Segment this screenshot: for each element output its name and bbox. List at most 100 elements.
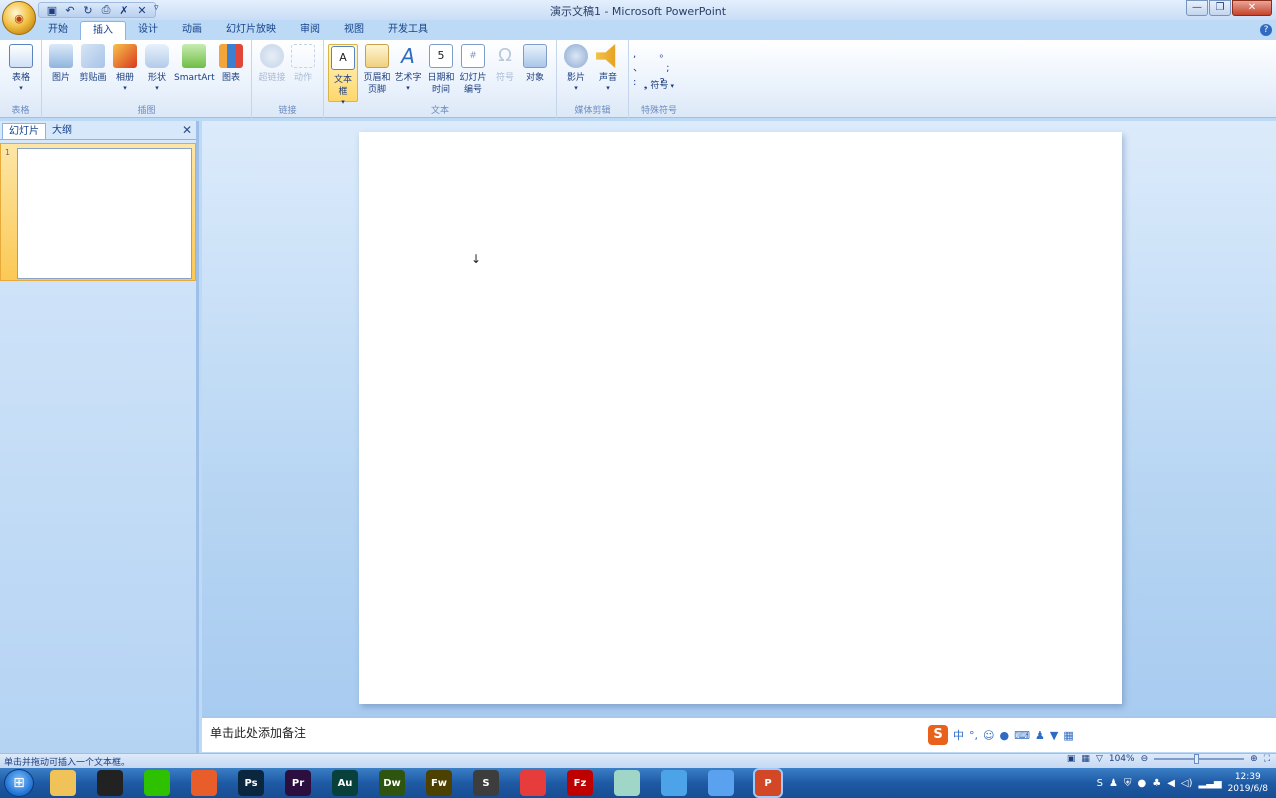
sublime-icon[interactable]: S bbox=[473, 770, 499, 796]
keyboard-icon[interactable]: ⌨ bbox=[1014, 729, 1030, 742]
fit-window-icon[interactable]: ⛶ bbox=[1264, 754, 1270, 764]
colorful-app-icon[interactable] bbox=[520, 770, 546, 796]
clipart-button[interactable]: 剪贴画 bbox=[78, 44, 108, 84]
action-button[interactable]: 动作 bbox=[290, 44, 316, 84]
premiere-icon[interactable]: Pr bbox=[285, 770, 311, 796]
filezilla-icon[interactable]: Fz bbox=[567, 770, 593, 796]
audition-icon[interactable]: Au bbox=[332, 770, 358, 796]
qq-icon[interactable] bbox=[97, 770, 123, 796]
zoom-in-icon[interactable]: ⊕ bbox=[1250, 754, 1258, 764]
group-links: 超链接 动作 链接 bbox=[252, 40, 324, 118]
datetime-button[interactable]: 5 日期和 时间 bbox=[426, 44, 456, 96]
ime-mode[interactable]: 中 bbox=[953, 727, 964, 743]
signal-icon[interactable]: ▂▃▅ bbox=[1199, 778, 1222, 789]
baidu-netdisk-icon[interactable] bbox=[708, 770, 734, 796]
qq-tray-icon[interactable]: ♣ bbox=[1152, 778, 1161, 789]
slide-thumbnail[interactable] bbox=[17, 148, 192, 279]
group-media: 影片 ▾ 声音 ▾ 媒体剪辑 bbox=[557, 40, 629, 118]
wechat-icon[interactable] bbox=[144, 770, 170, 796]
calendar-icon: 5 bbox=[429, 44, 453, 68]
close-button[interactable]: ✕ bbox=[1232, 0, 1272, 16]
fireworks-icon[interactable]: Fw bbox=[426, 770, 452, 796]
ime-tray-icon[interactable]: S bbox=[1097, 778, 1103, 789]
tab-insert[interactable]: 插入 bbox=[80, 21, 126, 40]
slide-sorter-icon[interactable]: ▦ bbox=[1081, 754, 1090, 764]
tab-slideshow[interactable]: 幻灯片放映 bbox=[214, 21, 288, 40]
slide-canvas[interactable]: ↓ bbox=[359, 132, 1122, 704]
zoom-level[interactable]: 104% bbox=[1109, 754, 1135, 764]
special-symbol-button[interactable]: ❟ 符号 ▾ bbox=[639, 80, 679, 92]
shapes-button[interactable]: 形状 ▾ bbox=[144, 44, 170, 92]
zoom-out-icon[interactable]: ⊖ bbox=[1141, 754, 1149, 764]
movie-button[interactable]: 影片 ▾ bbox=[563, 44, 589, 92]
hyperlink-button[interactable]: 超链接 bbox=[256, 44, 288, 84]
tab-home[interactable]: 开始 bbox=[36, 21, 80, 40]
user-icon[interactable]: ♟ bbox=[1035, 729, 1045, 742]
feishu-icon[interactable] bbox=[661, 770, 687, 796]
minimize-button[interactable]: — bbox=[1186, 0, 1208, 16]
tab-review[interactable]: 审阅 bbox=[288, 21, 332, 40]
textbox-icon: A bbox=[331, 46, 355, 70]
object-button[interactable]: 对象 bbox=[522, 44, 548, 84]
network-people-icon[interactable]: ♟ bbox=[1109, 778, 1118, 789]
slide-number-label: 1 bbox=[5, 148, 11, 157]
grid-icon[interactable]: ▦ bbox=[1063, 729, 1073, 742]
omega-icon: Ω bbox=[498, 45, 512, 66]
zoom-slider-thumb[interactable] bbox=[1194, 754, 1200, 764]
system-tray: S ♟ ⛨ ● ♣ ◀ ◁) ▂▃▅ 12:39 2019/6/8 bbox=[1097, 771, 1268, 795]
hyperlink-icon bbox=[260, 44, 284, 68]
emoji-icon[interactable]: ☺ bbox=[983, 729, 994, 742]
sogou-logo-icon[interactable]: S bbox=[928, 725, 948, 745]
tab-view[interactable]: 视图 bbox=[332, 21, 376, 40]
security-shield-icon[interactable]: ⛨ bbox=[1124, 778, 1132, 789]
restore-button[interactable]: ❐ bbox=[1209, 0, 1231, 16]
powerpoint-icon[interactable]: P bbox=[753, 768, 783, 798]
ime-punct-icon[interactable]: °, bbox=[969, 729, 978, 742]
tab-animations[interactable]: 动画 bbox=[170, 21, 214, 40]
tab-slides[interactable]: 幻灯片 bbox=[2, 123, 46, 139]
speaker-icon bbox=[596, 44, 616, 68]
browser-icon[interactable] bbox=[191, 770, 217, 796]
start-button[interactable]: ⊞ bbox=[4, 769, 34, 797]
symbol-button[interactable]: Ω 符号 bbox=[492, 44, 518, 84]
wechat-tray-icon[interactable]: ● bbox=[1138, 778, 1147, 789]
help-icon[interactable]: ? bbox=[1260, 24, 1272, 36]
slide-thumbnail-selected[interactable]: 1 bbox=[0, 143, 196, 281]
slide-number-button[interactable]: # 幻灯片 编号 bbox=[458, 44, 488, 96]
dreamweaver-icon[interactable]: Dw bbox=[379, 770, 405, 796]
zoom-slider[interactable] bbox=[1154, 754, 1245, 764]
sound-button[interactable]: 声音 ▾ bbox=[595, 44, 621, 92]
tab-outline[interactable]: 大纲 bbox=[46, 123, 78, 139]
tab-developer[interactable]: 开发工具 bbox=[376, 21, 440, 40]
textbox-button[interactable]: A 文本框 ▾ bbox=[328, 44, 358, 106]
normal-view-icon[interactable]: ▣ bbox=[1067, 754, 1076, 764]
volume-mute-icon[interactable]: ◀ bbox=[1167, 778, 1175, 789]
slide-editing-area: ↓ bbox=[202, 121, 1276, 716]
notes-pane[interactable]: 单击此处添加备注 S 中 °, ☺ ● ⌨ ♟ ▼ ▦ bbox=[202, 716, 1276, 752]
clock[interactable]: 12:39 2019/6/8 bbox=[1228, 771, 1268, 795]
shirt-icon[interactable]: ▼ bbox=[1050, 729, 1058, 742]
notes-app-icon[interactable] bbox=[614, 770, 640, 796]
status-message: 单击并拖动可插入一个文本框。 bbox=[4, 758, 131, 768]
header-footer-button[interactable]: 页眉和 页脚 bbox=[362, 44, 392, 96]
office-button[interactable]: ◉ bbox=[2, 1, 36, 35]
table-button[interactable]: 表格 ▾ bbox=[8, 44, 34, 92]
smartart-button[interactable]: SmartArt bbox=[174, 44, 215, 84]
mic-icon[interactable]: ● bbox=[999, 729, 1009, 742]
window-title: 演示文稿1 - Microsoft PowerPoint bbox=[549, 5, 727, 18]
picture-button[interactable]: 图片 bbox=[48, 44, 74, 84]
table-icon bbox=[9, 44, 33, 68]
slideshow-view-icon[interactable]: ▽ bbox=[1096, 754, 1103, 764]
chart-button[interactable]: 图表 bbox=[218, 44, 244, 84]
close-pane-icon[interactable]: ✕ bbox=[182, 123, 192, 137]
file-explorer-icon[interactable] bbox=[50, 770, 76, 796]
wordart-button[interactable]: A 艺术字 ▾ bbox=[394, 44, 422, 92]
speaker-icon[interactable]: ◁) bbox=[1181, 778, 1193, 789]
photo-album-icon bbox=[113, 44, 137, 68]
film-reel-icon bbox=[564, 44, 588, 68]
notes-placeholder[interactable]: 单击此处添加备注 bbox=[210, 724, 306, 741]
photo-album-button[interactable]: 相册 ▾ bbox=[112, 44, 138, 92]
photoshop-icon[interactable]: Ps bbox=[238, 770, 264, 796]
ribbon: 表格 ▾ 表格 图片 剪贴画 相册 ▾ 形状 ▾ SmartArt 图表 插图 … bbox=[0, 40, 1276, 118]
tab-design[interactable]: 设计 bbox=[126, 21, 170, 40]
